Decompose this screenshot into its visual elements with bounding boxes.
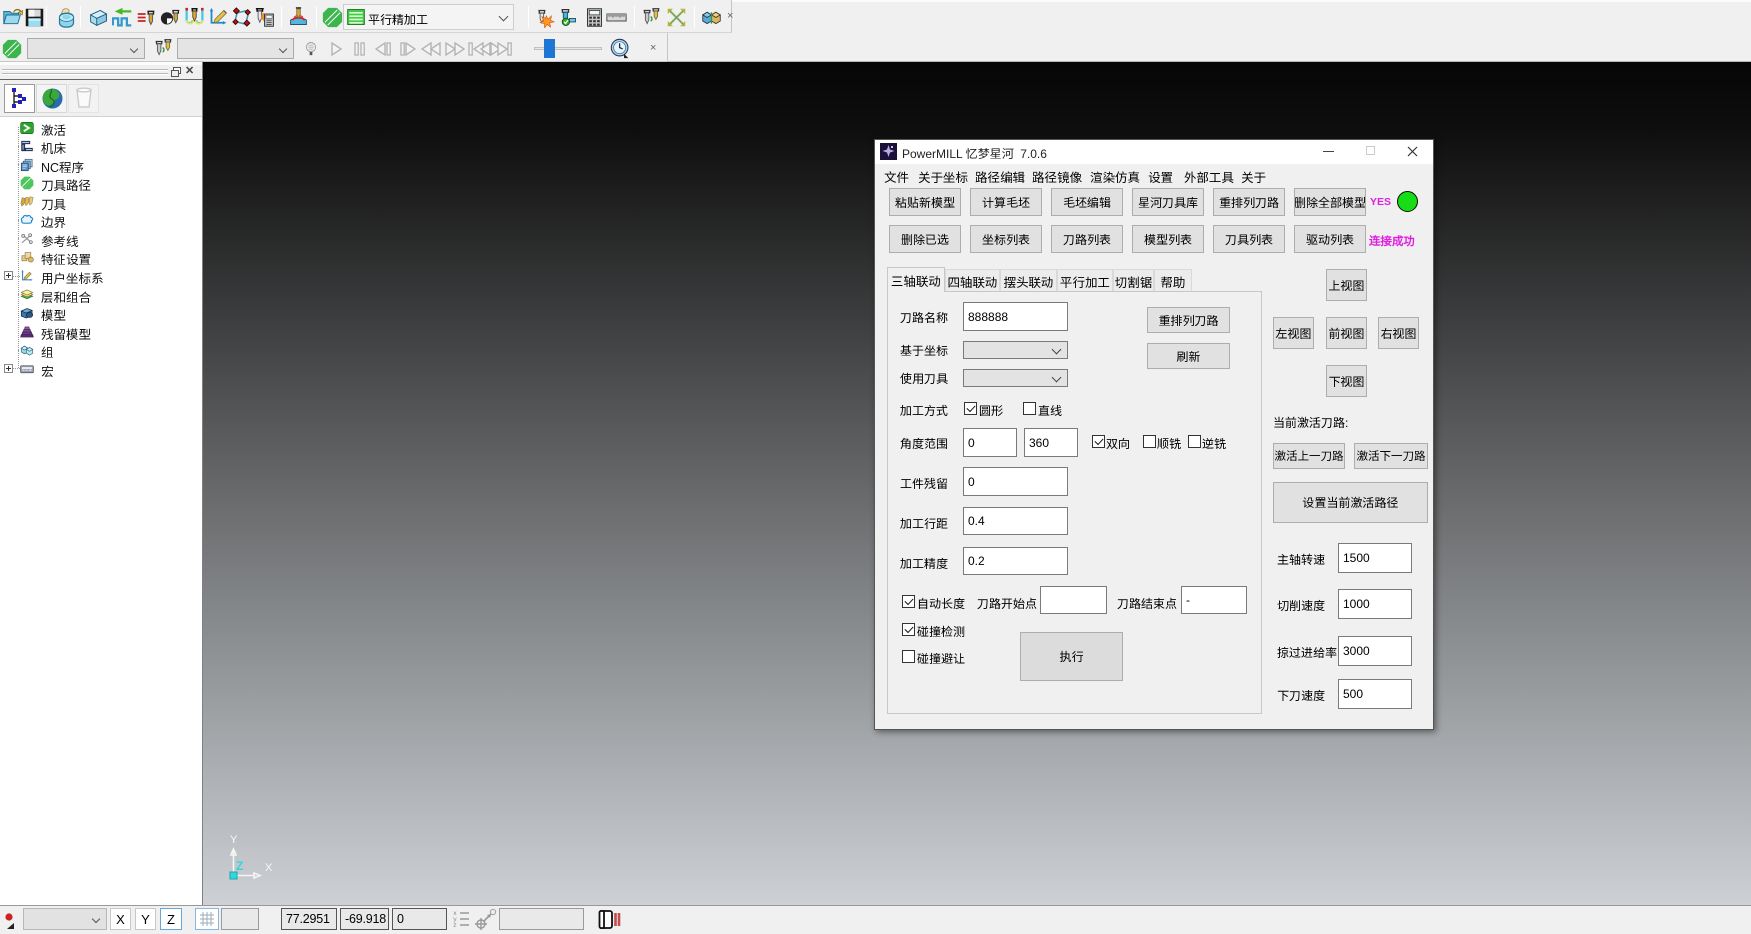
svg-text:Y: Y: [230, 834, 238, 846]
svg-text:z: z: [453, 922, 457, 929]
svg-text:X: X: [265, 862, 273, 874]
svg-text:Z: Z: [236, 859, 243, 873]
